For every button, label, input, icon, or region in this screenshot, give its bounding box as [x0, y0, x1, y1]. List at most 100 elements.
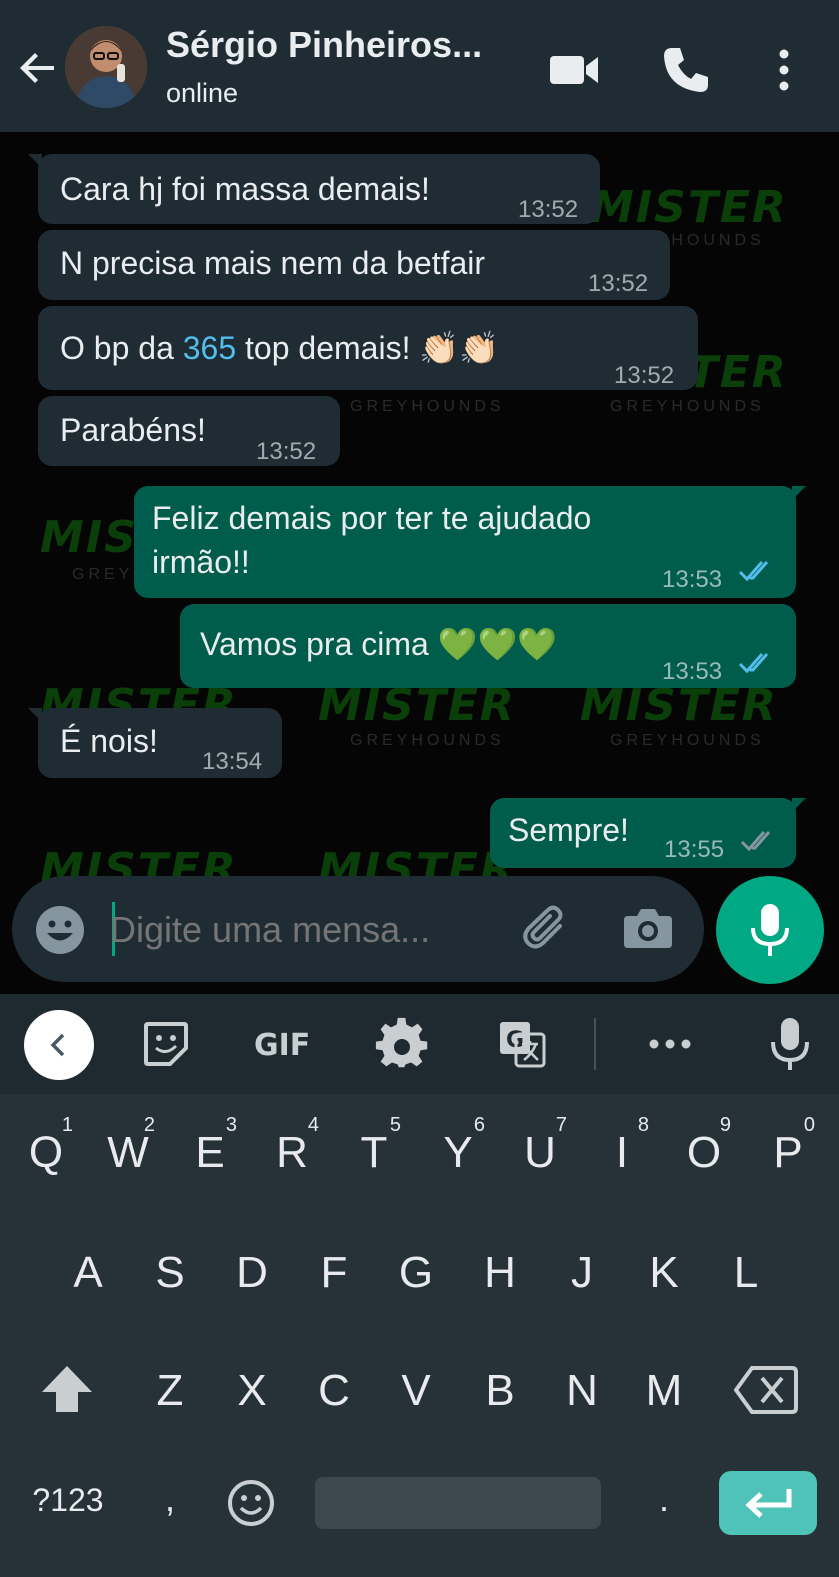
voice-call-icon[interactable] — [660, 44, 712, 96]
voice-typing-icon[interactable] — [762, 1016, 818, 1072]
key-v[interactable]: V — [391, 1366, 441, 1416]
key-letter: O — [686, 1128, 722, 1177]
contact-name[interactable]: Sérgio Pinheiros... — [166, 24, 482, 66]
incoming-message[interactable]: Cara hj foi massa demais! 13:52 — [28, 154, 600, 224]
key-n[interactable]: N — [557, 1366, 607, 1416]
message-text-line1: Feliz demais por ter te ajudado — [152, 500, 592, 536]
more-options-icon[interactable] — [758, 44, 810, 96]
message-link[interactable]: 365 — [183, 330, 236, 366]
contact-status: online — [166, 78, 239, 108]
key-number-hint: 2 — [143, 1114, 155, 1136]
collapse-toolbar-button[interactable] — [24, 1010, 94, 1080]
video-call-icon[interactable] — [548, 44, 600, 96]
wallpaper-watermark-sub: GREYHOUNDS — [610, 732, 765, 749]
more-horizontal-icon[interactable] — [642, 1016, 698, 1072]
key-r[interactable]: R4 — [267, 1114, 319, 1178]
enter-key[interactable] — [719, 1471, 817, 1535]
camera-icon[interactable] — [622, 904, 674, 952]
outgoing-message[interactable]: Vamos pra cima 💚💚💚 13:53 — [180, 604, 796, 688]
key-x[interactable]: X — [227, 1366, 277, 1416]
message-text: É nois! — [60, 723, 158, 759]
key-letter: E — [195, 1128, 225, 1177]
key-j[interactable]: J — [557, 1248, 607, 1298]
key-a[interactable]: A — [63, 1248, 113, 1298]
key-g[interactable]: G — [391, 1248, 441, 1298]
message-time: 13:54 — [202, 748, 263, 775]
emoji-key-icon[interactable] — [226, 1478, 276, 1528]
key-number-hint: 1 — [61, 1114, 73, 1136]
attach-icon[interactable] — [520, 902, 572, 954]
microphone-icon — [751, 904, 789, 956]
message-text: O bp da 365 top demais! 👏🏻👏🏻 — [60, 326, 499, 370]
toolbar-divider — [594, 1018, 596, 1070]
emoji-icon[interactable] — [34, 904, 86, 956]
key-q[interactable]: Q1 — [21, 1114, 73, 1178]
key-w[interactable]: W2 — [103, 1114, 155, 1178]
key-u[interactable]: U7 — [515, 1114, 567, 1178]
translate-icon[interactable]: G — [494, 1016, 550, 1072]
backspace-icon[interactable] — [734, 1364, 798, 1416]
chevron-left-icon — [50, 1033, 65, 1057]
key-p[interactable]: P0 — [763, 1114, 815, 1178]
gif-button[interactable]: GIF — [254, 1028, 310, 1063]
incoming-message[interactable]: É nois! 13:54 — [28, 708, 282, 778]
key-number-hint: 6 — [473, 1114, 485, 1136]
back-arrow-icon[interactable] — [14, 44, 62, 92]
contact-avatar[interactable] — [65, 26, 147, 108]
message-text: Vamos pra cima 💚💚💚 — [200, 626, 558, 662]
voice-message-button[interactable] — [716, 876, 824, 984]
message-time: 13:52 — [588, 270, 649, 297]
symbols-key[interactable]: ?123 — [18, 1482, 118, 1519]
wallpaper-watermark-sub: GREYHOUNDS — [610, 398, 765, 415]
key-e[interactable]: E3 — [185, 1114, 237, 1178]
key-b[interactable]: B — [475, 1366, 525, 1416]
key-letter: I — [615, 1128, 629, 1177]
key-letter: Q — [28, 1128, 64, 1177]
key-letter: U — [524, 1128, 556, 1177]
message-time: 13:52 — [518, 196, 579, 223]
incoming-message[interactable]: O bp da 365 top demais! 👏🏻👏🏻 13:52 — [38, 306, 698, 390]
chat-header: Sérgio Pinheiros... online — [0, 0, 839, 132]
key-f[interactable]: F — [309, 1248, 359, 1298]
key-i[interactable]: I8 — [597, 1114, 649, 1178]
settings-gear-icon[interactable] — [374, 1016, 430, 1072]
key-d[interactable]: D — [227, 1248, 277, 1298]
key-h[interactable]: H — [475, 1248, 525, 1298]
key-letter: T — [360, 1128, 388, 1177]
key-l[interactable]: L — [721, 1248, 771, 1298]
key-t[interactable]: T5 — [349, 1114, 401, 1178]
key-z[interactable]: Z — [145, 1366, 195, 1416]
message-text: Sempre! — [508, 812, 629, 848]
shift-icon[interactable] — [40, 1362, 94, 1416]
message-text: N precisa mais nem da betfair — [60, 245, 486, 281]
message-time: 13:52 — [614, 362, 675, 389]
chat-area[interactable]: MISTER GREYHOUNDS MISTER GREYHOUNDS GREY… — [0, 132, 839, 1000]
message-text-part: O bp da — [60, 330, 183, 366]
key-number-hint: 9 — [719, 1114, 731, 1136]
outgoing-message[interactable]: Sempre! 13:55 — [490, 798, 806, 868]
key-y[interactable]: Y6 — [433, 1114, 485, 1178]
key-letter: P — [773, 1128, 803, 1177]
key-s[interactable]: S — [145, 1248, 195, 1298]
space-bar[interactable] — [315, 1477, 601, 1529]
key-number-hint: 7 — [555, 1114, 567, 1136]
period-key[interactable]: . — [644, 1478, 684, 1520]
key-k[interactable]: K — [639, 1248, 689, 1298]
incoming-message[interactable]: N precisa mais nem da betfair 13:52 — [38, 230, 670, 300]
key-number-hint: 5 — [389, 1114, 401, 1136]
key-letter: R — [276, 1128, 308, 1177]
message-input[interactable] — [110, 904, 510, 956]
key-number-hint: 4 — [307, 1114, 319, 1136]
outgoing-message[interactable]: Feliz demais por ter te ajudado irmão!! … — [134, 486, 806, 598]
key-m[interactable]: M — [639, 1366, 689, 1416]
delivered-ticks-icon — [740, 831, 771, 852]
wallpaper-watermark-sub: GREYHOUNDS — [350, 732, 505, 749]
key-number-hint: 0 — [803, 1114, 815, 1136]
sticker-icon[interactable] — [138, 1016, 194, 1072]
incoming-message[interactable]: Parabéns! 13:52 — [38, 396, 340, 466]
comma-key[interactable]: , — [150, 1478, 190, 1520]
read-ticks-icon — [738, 653, 769, 674]
message-time: 13:53 — [662, 658, 723, 685]
key-o[interactable]: O9 — [679, 1114, 731, 1178]
key-c[interactable]: C — [309, 1366, 359, 1416]
